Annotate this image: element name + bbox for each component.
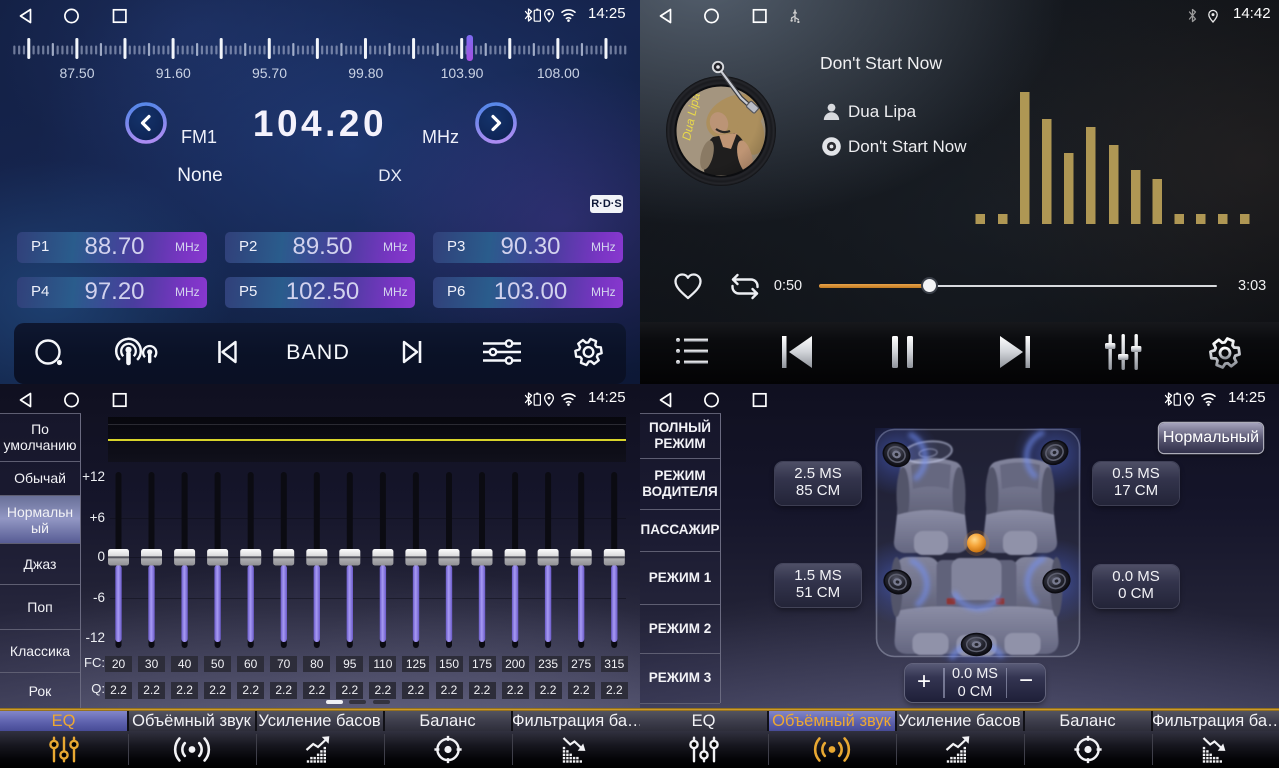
svg-text:BAND: BAND bbox=[286, 340, 350, 364]
